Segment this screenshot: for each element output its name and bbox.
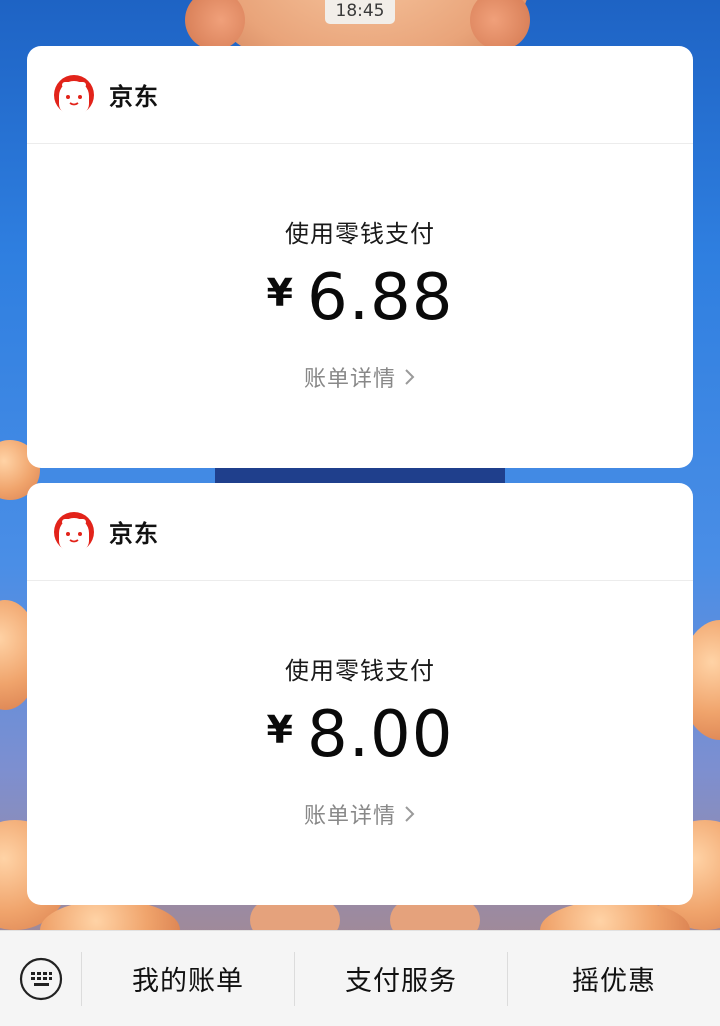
menu-shake-discounts[interactable]: 摇优惠 (508, 952, 720, 1006)
merchant-name: 京东 (109, 83, 159, 111)
payment-amount: 8.00 (306, 698, 454, 772)
currency-symbol: ¥ (266, 271, 293, 315)
chevron-right-icon (405, 369, 415, 385)
keyboard-icon (19, 957, 62, 1000)
menu-payment-services[interactable]: 支付服务 (295, 951, 508, 1006)
payment-notification-card[interactable]: 京东 使用零钱支付 ¥ 6.88 账单详情 (27, 46, 693, 468)
keyboard-toggle-button[interactable] (0, 951, 82, 1006)
jd-dog-logo-icon (54, 74, 94, 116)
card-body: 使用零钱支付 ¥ 6.88 账单详情 (27, 214, 693, 393)
card-header: 京东 (27, 46, 693, 144)
bill-detail-label: 账单详情 (303, 804, 396, 829)
merchant-name: 京东 (109, 520, 159, 548)
bill-detail-link[interactable]: 账单详情 (304, 361, 416, 393)
chevron-right-icon (405, 806, 415, 822)
card-header: 京东 (27, 483, 693, 581)
payment-method-label: 使用零钱支付 (285, 220, 435, 248)
payment-method-label: 使用零钱支付 (285, 657, 435, 685)
amount-row: ¥ 8.00 (27, 700, 693, 770)
jd-dog-logo-icon (54, 511, 94, 553)
menu-my-bills[interactable]: 我的账单 (82, 951, 295, 1006)
service-menu-bar: 我的账单 支付服务 摇优惠 (0, 930, 720, 1026)
payment-notification-card[interactable]: 京东 使用零钱支付 ¥ 8.00 账单详情 (27, 483, 693, 905)
payment-amount: 6.88 (306, 261, 454, 335)
card-body: 使用零钱支付 ¥ 8.00 账单详情 (27, 651, 693, 830)
bill-detail-label: 账单详情 (303, 367, 396, 392)
message-timestamp: 18:45 (325, 0, 395, 24)
amount-row: ¥ 6.88 (27, 263, 693, 333)
currency-symbol: ¥ (266, 708, 293, 752)
bill-detail-link[interactable]: 账单详情 (304, 798, 416, 830)
